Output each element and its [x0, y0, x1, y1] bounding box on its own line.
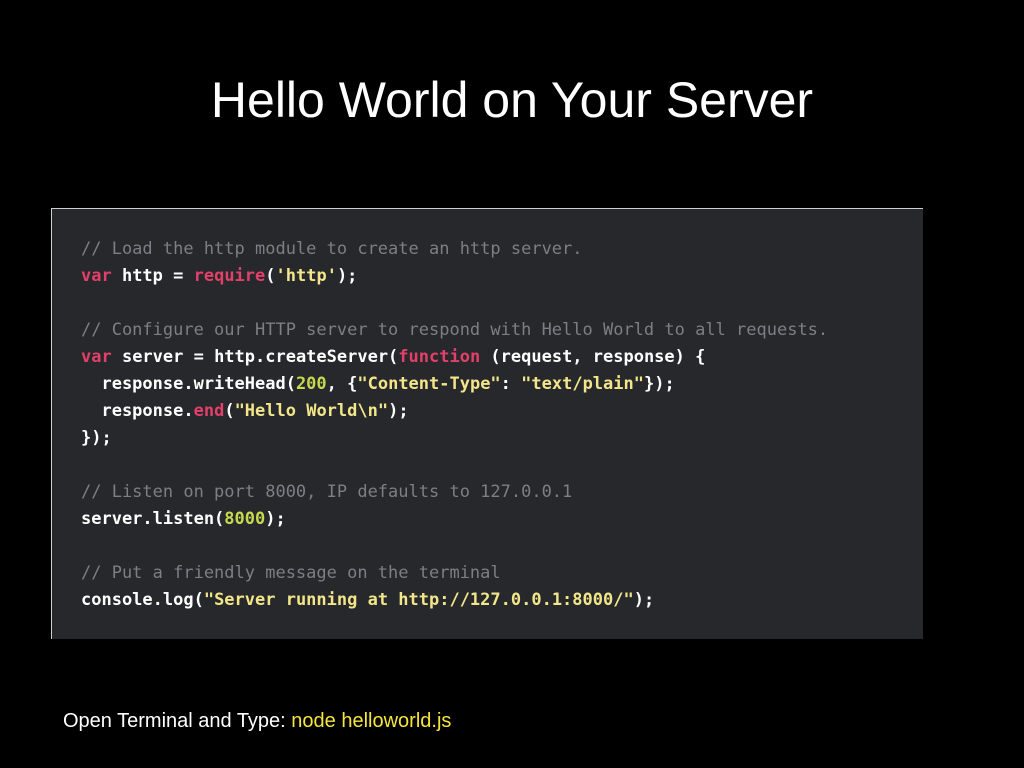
code-token-comment: // Load the http module to create an htt… [81, 239, 583, 259]
code-token-plain: response.writeHead( [81, 374, 296, 394]
code-token-plain: ); [633, 590, 655, 610]
code-line: console.log("Server running at http://12… [81, 587, 828, 614]
code-token-keyword: function [398, 347, 481, 367]
code-token-keyword: var [81, 266, 112, 286]
instruction-label: Open Terminal and Type: [63, 710, 292, 732]
code-token-plain: server.listen( [81, 509, 225, 529]
slide-title: Hello World on Your Server [210, 72, 814, 128]
code-token-builtin: end [193, 401, 225, 421]
code-token-number: 8000 [224, 509, 266, 529]
code-token-string: "Content-Type" [357, 374, 501, 394]
terminal-command: node helloworld.js [291, 710, 452, 732]
code-token-comment: // Configure our HTTP server to respond … [81, 320, 829, 340]
code-token-comment: // Put a friendly message on the termina… [81, 563, 501, 583]
code-screenshot: // Load the http module to create an htt… [51, 208, 923, 639]
code-line: response.writeHead(200, {"Content-Type":… [81, 371, 828, 398]
code-token-plain: }); [81, 428, 112, 448]
code-line: // Put a friendly message on the termina… [81, 560, 828, 587]
code-token-plain: server = http.createServer( [111, 347, 399, 367]
code-token-builtin: require [193, 266, 266, 286]
code-token-plain: ); [265, 509, 286, 529]
code-token-comment: // Listen on port 8000, IP defaults to 1… [81, 482, 573, 502]
code-token-string: 'http' [275, 266, 337, 286]
terminal-instruction: Open Terminal and Type: node helloworld.… [63, 707, 451, 735]
code-token-plain: ( [265, 266, 276, 286]
code-token-number: 200 [295, 374, 327, 394]
code-line: var server = http.createServer(function … [81, 344, 828, 371]
code-block: // Load the http module to create an htt… [81, 236, 828, 614]
code-token-plain: console.log( [81, 590, 204, 610]
code-token-string: "Hello World\n" [234, 401, 389, 421]
code-line: // Listen on port 8000, IP defaults to 1… [81, 479, 828, 506]
code-token-string: "Server running at http://127.0.0.1:8000… [203, 590, 634, 610]
code-token-plain: : [500, 374, 522, 394]
code-token-plain: , { [326, 374, 358, 394]
code-line: response.end("Hello World\n"); [81, 398, 828, 425]
code-line: var http = require('http'); [81, 263, 828, 290]
code-line: // Load the http module to create an htt… [81, 236, 828, 263]
code-token-plain: (request, response) { [480, 347, 706, 367]
code-line: server.listen(8000); [81, 506, 828, 533]
code-token-plain: ( [224, 401, 235, 421]
code-token-plain: http = [111, 266, 194, 286]
code-token-keyword: var [81, 347, 112, 367]
code-line: }); [81, 425, 828, 452]
code-token-string: "text/plain" [521, 374, 644, 394]
code-token-plain: ); [336, 266, 358, 286]
code-line: // Configure our HTTP server to respond … [81, 317, 828, 344]
code-token-plain: }); [643, 374, 675, 394]
code-token-plain: response. [81, 401, 194, 421]
code-token-plain: ); [388, 401, 409, 421]
